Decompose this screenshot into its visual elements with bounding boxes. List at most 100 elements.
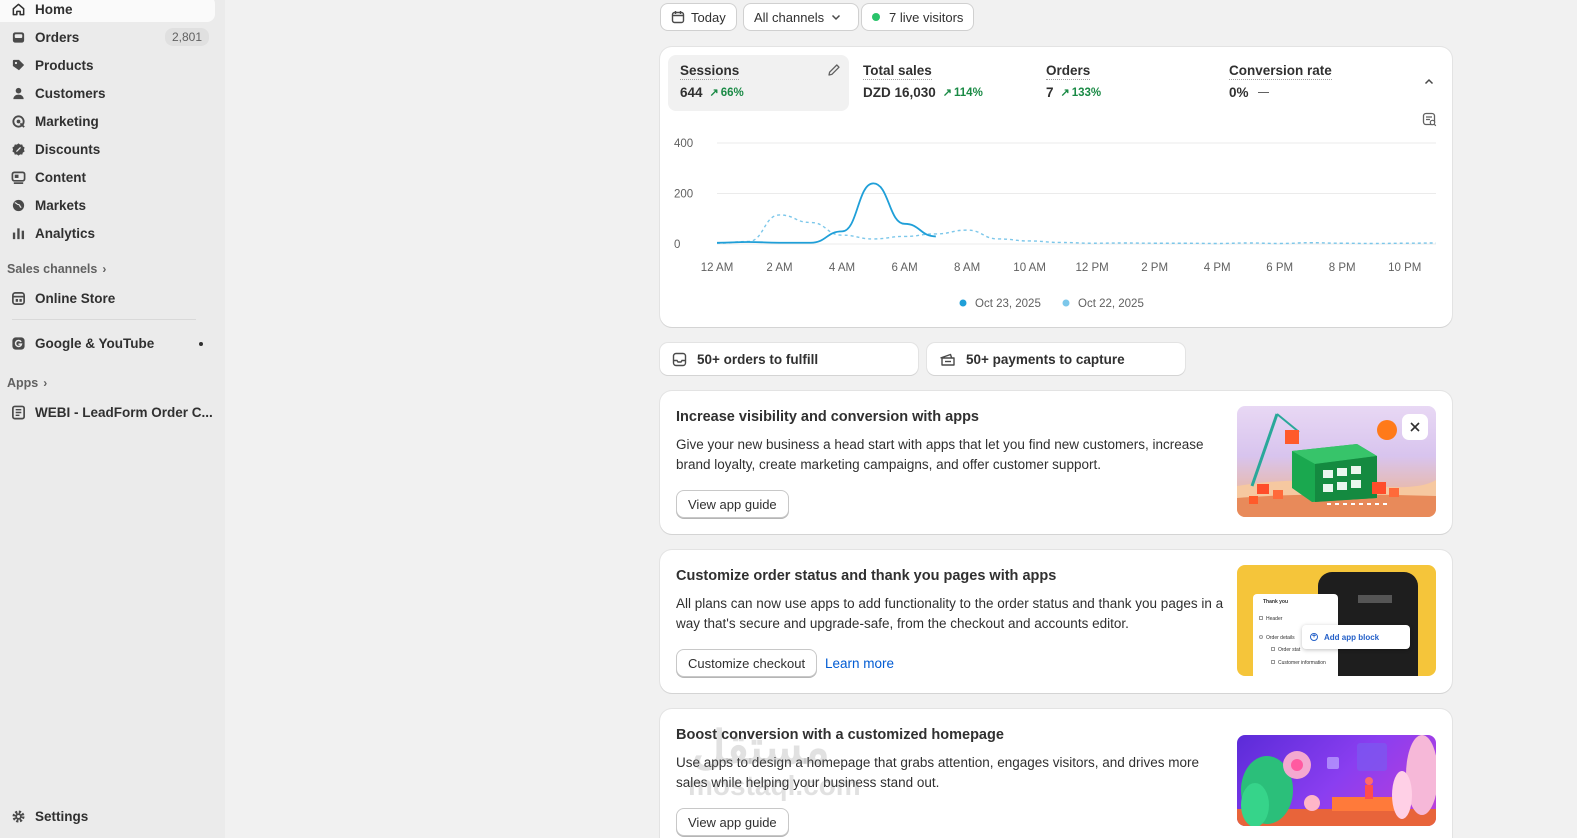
orders-count-badge: 2,801 xyxy=(164,28,209,46)
customize-checkout-button[interactable]: Customize checkout xyxy=(676,649,818,677)
sidebar-item-settings[interactable]: Settings xyxy=(0,803,215,829)
y-tick-label: 200 xyxy=(674,189,693,201)
view-app-guide-button[interactable]: View app guide xyxy=(676,490,789,518)
date-filter-button[interactable]: Today xyxy=(660,3,737,31)
x-tick-label: 2 AM xyxy=(766,262,792,274)
chevron-down-icon xyxy=(832,14,841,21)
legend-marker xyxy=(959,299,967,307)
payments-to-capture-button[interactable]: 50+ payments to capture xyxy=(927,343,1185,375)
sidebar-item-markets[interactable]: Markets xyxy=(0,192,215,218)
sidebar-item-label: Marketing xyxy=(35,113,99,129)
watermark: مستقل mostaql.com xyxy=(688,724,861,800)
mock-thank-you-text: Thank you xyxy=(1263,599,1289,605)
metric-change: 114% xyxy=(954,86,983,99)
promo-illustration-homepage xyxy=(1237,735,1436,826)
sidebar-item-customers[interactable]: Customers xyxy=(0,80,215,106)
metric-label: Orders xyxy=(1046,63,1091,80)
apps-section[interactable]: Apps › xyxy=(7,376,47,390)
channels-filter-label: All channels xyxy=(754,9,825,25)
dismiss-promo-button[interactable] xyxy=(1402,414,1428,440)
home-icon xyxy=(10,1,26,17)
sidebar-item-label: Online Store xyxy=(35,290,116,306)
legend-label: Oct 22, 2025 xyxy=(1078,298,1144,310)
metric-value: 644 xyxy=(680,85,703,100)
target-icon xyxy=(10,113,26,129)
metric-conversion-rate[interactable]: Conversion rate 0% xyxy=(1217,55,1398,111)
sidebar-item-label: Discounts xyxy=(35,141,101,157)
series-line-oct-23-2025 xyxy=(716,182,936,244)
sidebar: Home Orders 2,801 Products Customers Mar… xyxy=(0,0,225,838)
gear-icon xyxy=(10,808,26,824)
bar-chart-icon xyxy=(10,225,26,241)
metric-value: DZD 16,030 xyxy=(863,85,936,100)
y-tick-label: 400 xyxy=(674,138,693,150)
chevron-right-icon: › xyxy=(43,376,48,390)
live-indicator-icon xyxy=(872,13,880,21)
sidebar-item-label: Products xyxy=(35,57,94,73)
live-visitors-button[interactable]: 7 live visitors xyxy=(861,3,975,31)
live-visitors-label: 7 live visitors xyxy=(889,9,964,25)
sidebar-item-home[interactable]: Home xyxy=(0,0,215,22)
x-tick-label: 6 PM xyxy=(1266,262,1293,274)
promo-body: All plans can now use apps to add functi… xyxy=(676,596,1224,631)
no-change-dash-icon xyxy=(1257,91,1269,94)
metric-sessions[interactable]: Sessions 644 ↗ 66% xyxy=(668,55,849,111)
arrow-up-right-icon: ↗ xyxy=(709,87,719,99)
edit-icon[interactable] xyxy=(827,63,841,80)
x-tick-label: 12 PM xyxy=(1076,262,1109,274)
metric-label: Conversion rate xyxy=(1229,63,1332,80)
mock-add-app-block-text: Add app block xyxy=(1324,632,1380,642)
legend-marker xyxy=(1062,299,1070,307)
watermark-arabic: مستقل xyxy=(692,721,830,773)
mock-order-details-text: Order details xyxy=(1266,635,1295,641)
promo-card-checkout: Customize order status and thank you pag… xyxy=(660,550,1452,693)
sidebar-item-label: Google & YouTube xyxy=(35,335,155,351)
promo-body: Give your new business a head start with… xyxy=(676,437,1204,472)
sidebar-item-label: Settings xyxy=(35,808,89,824)
orders-to-fulfill-button[interactable]: 50+ orders to fulfill xyxy=(660,343,918,375)
x-tick-label: 8 PM xyxy=(1329,262,1356,274)
sidebar-item-orders[interactable]: Orders 2,801 xyxy=(0,24,215,50)
sales-channels-label: Sales channels xyxy=(7,262,98,276)
collapse-chevron-up-icon[interactable] xyxy=(1422,75,1436,92)
discount-icon xyxy=(10,141,26,157)
sales-channels-section[interactable]: Sales channels › xyxy=(7,262,106,276)
arrow-up-right-icon: ↗ xyxy=(942,87,953,99)
sidebar-item-label: Customers xyxy=(35,85,106,101)
sidebar-item-online-store[interactable]: Online Store xyxy=(0,285,215,311)
sidebar-item-products[interactable]: Products xyxy=(0,52,215,78)
sidebar-item-analytics[interactable]: Analytics xyxy=(0,220,215,246)
sidebar-item-google-youtube[interactable]: Google & YouTube xyxy=(0,330,215,356)
sidebar-item-label: Content xyxy=(35,169,86,185)
unread-dot xyxy=(199,342,203,346)
arrow-up-right-icon: ↗ xyxy=(1060,87,1070,99)
metric-change: 66% xyxy=(720,86,744,99)
metric-orders[interactable]: Orders 7 ↗ 133% xyxy=(1034,55,1215,111)
learn-more-link[interactable]: Learn more xyxy=(825,656,894,671)
promo-title: Customize order status and thank you pag… xyxy=(676,568,1057,584)
sidebar-item-content[interactable]: Content xyxy=(0,164,215,190)
person-icon xyxy=(10,85,26,101)
sidebar-divider xyxy=(12,319,196,320)
sidebar-item-webi-app[interactable]: WEBI - LeadForm Order C... xyxy=(0,399,215,425)
metric-change: 133% xyxy=(1071,86,1102,99)
close-icon xyxy=(1410,422,1420,432)
sidebar-item-label: Analytics xyxy=(35,225,96,241)
x-tick-label: 8 AM xyxy=(954,262,980,274)
channels-filter-button[interactable]: All channels xyxy=(743,3,860,31)
x-tick-label: 12 AM xyxy=(701,262,734,274)
metric-label: Total sales xyxy=(863,63,932,80)
x-tick-label: 6 AM xyxy=(891,262,917,274)
mock-customer-info-text: Customer information xyxy=(1278,660,1326,666)
sidebar-item-marketing[interactable]: Marketing xyxy=(0,108,215,134)
inbox-icon xyxy=(672,352,687,366)
y-tick-label: 0 xyxy=(674,239,680,251)
x-tick-label: 2 PM xyxy=(1141,262,1168,274)
cash-icon xyxy=(940,353,955,366)
mock-order-status-text: Order stat xyxy=(1278,647,1301,653)
view-app-guide-button[interactable]: View app guide xyxy=(676,808,789,836)
google-icon xyxy=(10,335,26,351)
sidebar-item-discounts[interactable]: Discounts xyxy=(0,136,215,162)
calendar-icon xyxy=(671,11,685,24)
metric-total-sales[interactable]: Total sales DZD 16,030 ↗ 114% xyxy=(851,55,1032,111)
